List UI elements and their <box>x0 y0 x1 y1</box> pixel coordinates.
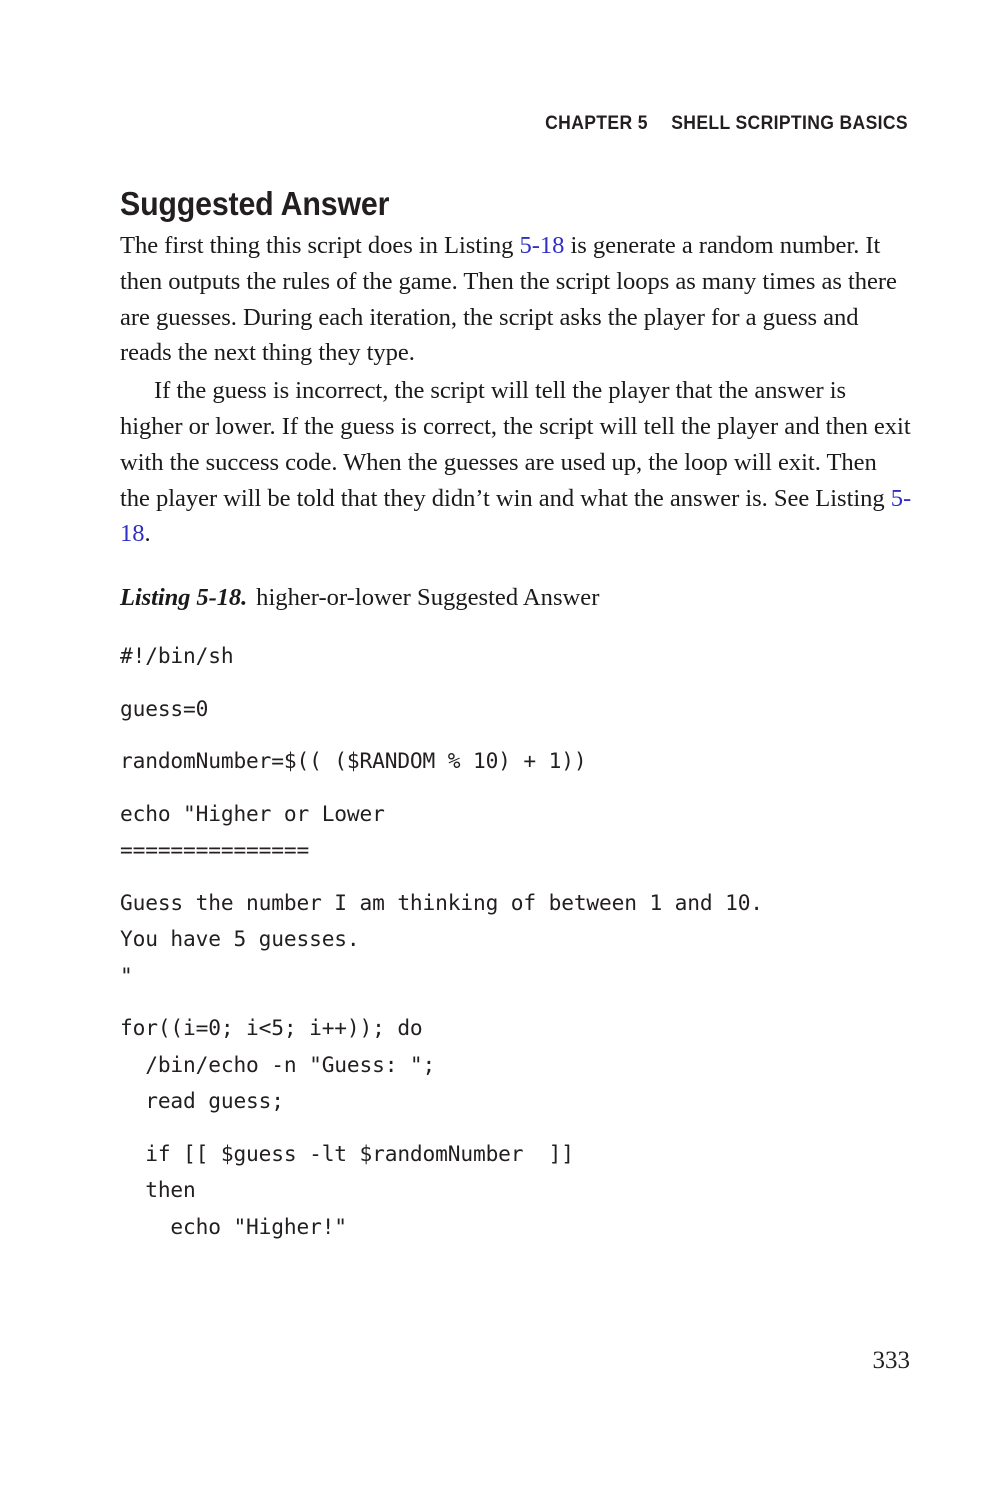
code-line: guess=0 <box>120 695 209 721</box>
running-head: CHAPTER 5 SHELL SCRIPTING BASICS <box>199 112 908 135</box>
listing-xref-link[interactable]: 5-18 <box>519 232 564 259</box>
running-head-title: SHELL SCRIPTING BASICS <box>671 112 908 134</box>
code-line: Guess the number I am thinking of betwee… <box>120 889 763 915</box>
code-line: if [[ $guess -lt $randomNumber ]] <box>120 1140 574 1166</box>
code-line: randomNumber=$(( ($RANDOM % 10) + 1)) <box>120 748 587 773</box>
code-line: read guess; <box>120 1088 284 1113</box>
code-listing: #!/bin/sh guess=0 randomNumber=$(( ($RANDO… <box>120 638 920 1245</box>
paragraph-1: The first thing this script does in List… <box>120 228 912 371</box>
paragraph-2: If the guess is incorrect, the script wi… <box>120 373 912 552</box>
book-page: CHAPTER 5 SHELL SCRIPTING BASICS Suggeste… <box>0 0 989 1500</box>
listing-caption-title: higher-or-lower Suggested Answer <box>256 584 600 611</box>
code-line: You have 5 guesses. <box>120 926 360 951</box>
listing-caption: Listing 5-18. higher-or-lower Suggested A… <box>120 582 599 614</box>
listing-caption-label: Listing 5-18. <box>120 584 248 611</box>
page-number: 333 <box>872 1347 911 1374</box>
code-line: for((i=0; i<5; i++)); do <box>120 1015 423 1040</box>
page-title: Suggested Answer <box>120 185 390 223</box>
code-line: echo "Higher or Lower <box>120 800 385 826</box>
code-line: /bin/echo -n "Guess: "; <box>120 1051 436 1077</box>
code-line: echo "Higher!" <box>120 1213 347 1239</box>
paragraph-text-run: . <box>144 520 151 548</box>
code-line: then <box>120 1177 196 1202</box>
code-line: =============== <box>120 837 310 862</box>
running-head-chapter: CHAPTER 5 <box>545 112 648 134</box>
code-line: #!/bin/sh <box>120 643 234 668</box>
body-text: The first thing this script does in List… <box>120 228 912 552</box>
paragraph-text-run: If the guess is incorrect, the script wi… <box>120 377 911 512</box>
paragraph-text-run: The first thing this script does in List… <box>120 232 520 259</box>
code-line: " <box>120 962 133 988</box>
